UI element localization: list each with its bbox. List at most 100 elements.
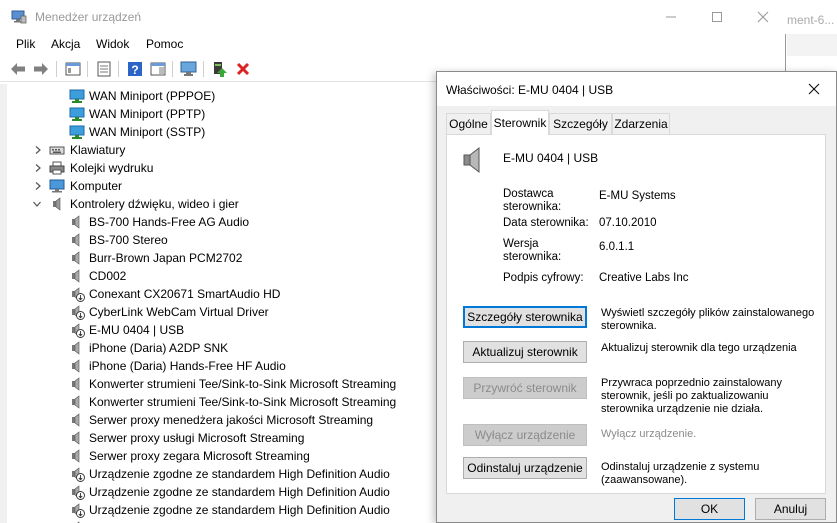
menu-view[interactable]: Widok (96, 37, 129, 51)
speaker-icon (72, 377, 80, 391)
uninstall-device-description: Odinstaluj urządzenie z systemu (zaawans… (601, 461, 760, 486)
arrow-left-icon (11, 63, 25, 75)
speaker-download-icon (72, 503, 85, 518)
toolbar-separator (172, 61, 173, 77)
update-driver-button[interactable]: Aktualizuj sterownik (463, 341, 587, 363)
tab-details[interactable]: Szczegóły (549, 113, 612, 134)
minimize-button[interactable] (648, 0, 694, 34)
cancel-button[interactable]: Anuluj (755, 498, 826, 520)
svg-text:?: ? (131, 63, 138, 77)
disable-device-button[interactable]: Wyłącz urządzenie (463, 424, 587, 446)
speaker-icon (72, 431, 80, 445)
speaker-icon (72, 215, 80, 229)
button-label: OK (700, 502, 719, 516)
tab-general[interactable]: Ogólne (446, 113, 491, 134)
speaker-download-icon (72, 467, 85, 482)
tree-item-label: Konwerter strumieni Tee/Sink-to-Sink Mic… (89, 395, 397, 409)
driver-version-label: Wersja sterownika: (503, 238, 562, 263)
speaker-icon (72, 233, 80, 247)
speaker-download-icon (72, 485, 85, 500)
menu-help[interactable]: Pomoc (146, 37, 183, 51)
button-label: Aktualizuj sterownik (472, 345, 578, 359)
tree-item-label: CD002 (89, 269, 127, 283)
roll-back-driver-description: Przywraca poprzednio zainstalowany stero… (601, 377, 782, 415)
roll-back-driver-button[interactable]: Przywróć sterownik (463, 377, 587, 399)
ok-button[interactable]: OK (674, 498, 745, 520)
action-pane-icon (150, 62, 166, 76)
help-icon: ? (128, 62, 142, 77)
button-label: Anuluj (773, 502, 808, 516)
properties-button[interactable] (95, 60, 113, 78)
button-label: Odinstaluj urządzenie (467, 461, 583, 475)
title-bar: Menedżer urządzeń (0, 0, 786, 34)
speaker-icon (72, 251, 80, 265)
tree-item-label: Serwer proxy zegara Microsoft Streaming (89, 449, 310, 463)
action-pane-button[interactable] (149, 60, 167, 78)
toolbar-separator (56, 61, 57, 77)
menu-file[interactable]: Plik (16, 37, 35, 51)
tab-label: Zdarzenia (614, 117, 668, 131)
printer-icon (49, 161, 65, 175)
speaker-download-icon (72, 323, 85, 338)
driver-details-description: Wyświetl szczegóły plików zainstalowaneg… (601, 307, 815, 332)
digital-signer-value: Creative Labs Inc (599, 272, 689, 284)
chevron-right-icon[interactable] (34, 164, 42, 172)
tab-driver[interactable]: Sterownik (491, 110, 549, 135)
tab-events[interactable]: Zdarzenia (612, 113, 670, 134)
driver-date-value: 07.10.2010 (599, 217, 657, 229)
speaker-download-icon (72, 305, 85, 320)
close-icon (808, 83, 820, 95)
dialog-title-bar: Właściwości: E-MU 0404 | USB (437, 72, 836, 106)
uninstall-device-button[interactable] (234, 60, 252, 78)
tree-item-label: CyberLink WebCam Virtual Driver (89, 305, 269, 319)
monitor-scan-icon (180, 61, 197, 76)
driver-version-value: 6.0.1.1 (599, 241, 635, 253)
tree-item-label: Serwer proxy menedżera jakości Microsoft… (89, 413, 374, 427)
speaker-icon (72, 413, 80, 427)
tree-item-label: Komputer (70, 179, 123, 193)
tree-item-label: Burr-Brown Japan PCM2702 (89, 251, 243, 265)
close-button[interactable] (740, 0, 786, 34)
forward-button[interactable] (32, 60, 50, 78)
update-driver-button[interactable] (211, 60, 229, 78)
button-label: Przywróć sterownik (473, 381, 577, 395)
dialog-close-button[interactable] (792, 72, 836, 106)
maximize-button[interactable] (694, 0, 740, 34)
left-scroll-edge (0, 84, 7, 523)
tree-item-label: iPhone (Daria) A2DP SNK (89, 341, 229, 355)
tree-item-label: Conexant CX20671 SmartAudio HD (89, 287, 281, 301)
network-adapter-icon (69, 89, 85, 103)
chevron-down-icon[interactable] (33, 200, 41, 208)
uninstall-device-button[interactable]: Odinstaluj urządzenie (463, 457, 587, 479)
maximize-icon (712, 12, 722, 22)
device-name: E-MU 0404 | USB (503, 151, 599, 165)
tree-item-label: iPhone (Daria) Hands-Free HF Audio (89, 359, 286, 373)
properties-dialog: Właściwości: E-MU 0404 | USB Ogólne Ster… (436, 71, 837, 523)
console-tree-icon (65, 62, 81, 76)
button-label: Wyłącz urządzenie (474, 428, 576, 442)
back-button[interactable] (9, 60, 27, 78)
chevron-right-icon[interactable] (34, 182, 42, 190)
show-hide-console-tree-button[interactable] (64, 60, 82, 78)
help-button[interactable]: ? (126, 60, 144, 78)
speaker-icon (72, 395, 80, 409)
background-window-bar (787, 34, 837, 56)
speaker-icon (72, 449, 80, 463)
red-x-icon (236, 62, 250, 76)
speaker-icon (53, 197, 61, 211)
tree-item-label: Kolejki wydruku (70, 161, 154, 175)
digital-signer-label: Podpis cyfrowy: (503, 272, 584, 284)
chevron-right-icon[interactable] (34, 146, 42, 154)
tree-item-label: Serwer proxy usługi Microsoft Streaming (89, 431, 305, 445)
speaker-icon (463, 146, 480, 174)
driver-date-label: Data sterownika: (503, 217, 589, 229)
update-driver-description: Aktualizuj sterownik dla tego urządzenia (601, 342, 797, 354)
scan-hardware-button[interactable] (180, 60, 198, 78)
driver-details-button[interactable]: Szczegóły sterownika (463, 306, 587, 328)
tree-item-label: BS-700 Hands-Free AG Audio (89, 215, 250, 229)
toolbar-separator (203, 61, 204, 77)
network-adapter-icon (69, 125, 85, 139)
menu-action[interactable]: Akcja (51, 37, 80, 51)
tree-item-label: Urządzenie zgodne ze standardem High Def… (89, 485, 390, 499)
tree-item-label: Kontrolery dźwięku, wideo i gier (70, 197, 239, 211)
